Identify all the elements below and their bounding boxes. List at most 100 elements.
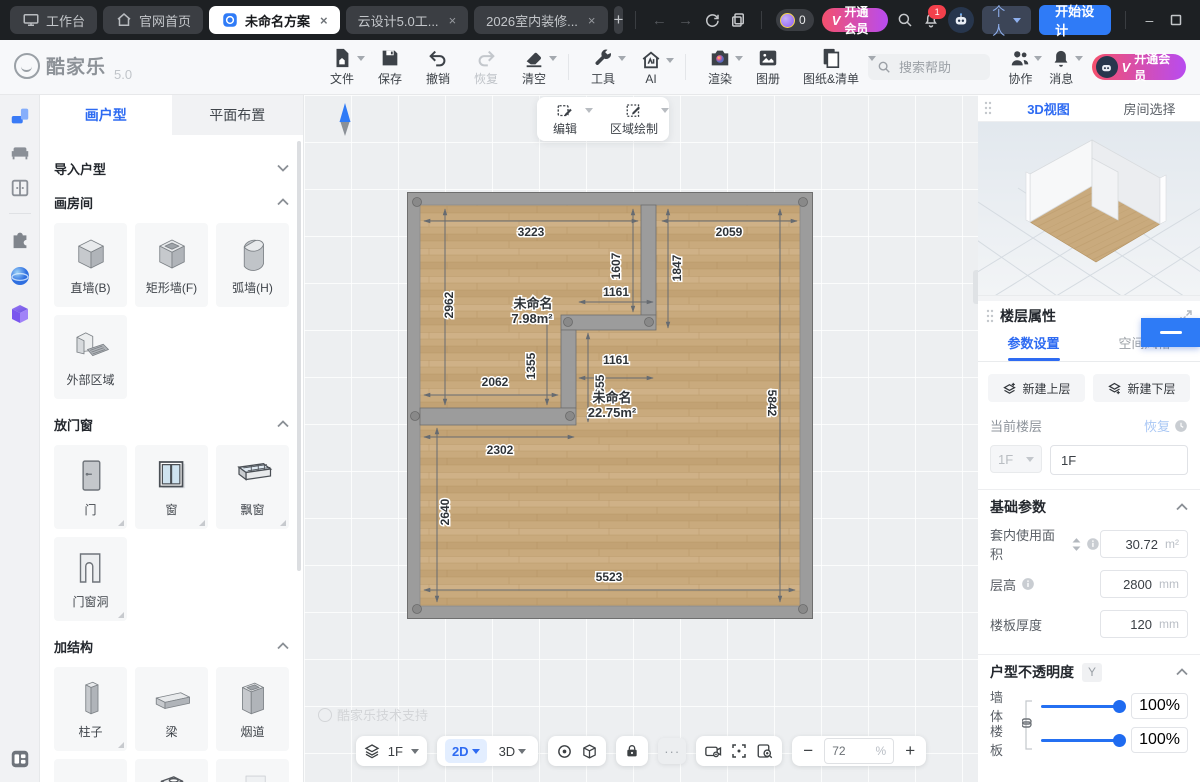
collaborate-button[interactable]: 协作 bbox=[1000, 47, 1041, 87]
focus-center-button[interactable] bbox=[730, 742, 748, 760]
basic-params-header[interactable]: 基础参数 bbox=[978, 490, 1200, 524]
search-button[interactable] bbox=[896, 11, 914, 29]
item-straight-wall[interactable]: 直墙(B) bbox=[54, 223, 127, 307]
tools-menu-button[interactable]: 工具 bbox=[581, 47, 625, 87]
window-close-button[interactable]: ✕ bbox=[1195, 12, 1200, 29]
album-button[interactable]: 图册 bbox=[746, 47, 790, 87]
item-door[interactable]: 门 bbox=[54, 445, 127, 529]
new-lower-floor-button[interactable]: 新建下层 bbox=[1093, 374, 1190, 402]
close-icon[interactable]: × bbox=[320, 13, 328, 28]
member-upgrade-pill[interactable]: V 开通会员 bbox=[1092, 54, 1186, 80]
edit-mode-button[interactable]: 编辑 bbox=[541, 102, 589, 137]
messages-button[interactable]: 消息 bbox=[1041, 47, 1082, 87]
wall-opacity-slider[interactable] bbox=[1041, 705, 1123, 708]
search-input[interactable] bbox=[897, 59, 981, 76]
tab-room-select[interactable]: 房间选择 bbox=[1099, 99, 1200, 118]
rail-plugins-tool[interactable] bbox=[9, 228, 31, 250]
area-input[interactable]: 30.72 m² bbox=[1100, 530, 1188, 558]
info-icon[interactable] bbox=[1086, 537, 1100, 551]
floor-switcher[interactable]: 1F bbox=[356, 736, 427, 766]
assistant-avatar[interactable] bbox=[948, 7, 974, 33]
refresh-button[interactable] bbox=[703, 11, 721, 29]
slab-opacity-slider[interactable] bbox=[1041, 739, 1123, 742]
render-button[interactable]: 渲染 bbox=[698, 47, 742, 87]
redo-button[interactable]: 恢复 bbox=[464, 47, 508, 87]
item-arc-wall[interactable]: 弧墙(H) bbox=[216, 223, 289, 307]
3d-preview-viewport[interactable] bbox=[978, 122, 1200, 295]
drag-handle-icon[interactable] bbox=[984, 101, 992, 115]
zoom-in-button[interactable]: + bbox=[902, 741, 918, 761]
file-menu-button[interactable]: 文件 bbox=[320, 47, 364, 87]
more-tools-button[interactable]: ··· bbox=[658, 738, 686, 764]
item-column[interactable]: 柱子 bbox=[54, 667, 127, 751]
new-tab-button[interactable]: + bbox=[614, 6, 624, 34]
back-button[interactable]: ← bbox=[650, 12, 668, 29]
floor-select[interactable]: 1F bbox=[990, 445, 1042, 473]
start-design-button[interactable]: 开始设计 bbox=[1039, 5, 1111, 35]
section-draw-rooms[interactable]: 画房间 bbox=[54, 187, 289, 217]
tab-3d-view[interactable]: 3D视图 bbox=[998, 99, 1099, 118]
upgrade-member-button[interactable]: V 开通会员 bbox=[822, 8, 888, 32]
new-upper-floor-button[interactable]: 新建上层 bbox=[988, 374, 1085, 402]
undo-button[interactable]: 撤销 bbox=[416, 47, 460, 87]
opacity-header[interactable]: 户型不透明度 Y bbox=[978, 655, 1200, 689]
window-minimize-button[interactable]: – bbox=[1139, 12, 1159, 28]
left-panel-scrollbar[interactable] bbox=[297, 141, 301, 571]
rail-sphere-tool[interactable] bbox=[8, 264, 32, 288]
slab-thickness-input[interactable]: 120 mm bbox=[1100, 610, 1188, 638]
clear-button[interactable]: 清空 bbox=[512, 47, 556, 87]
item-pipe-wrap[interactable]: 包管 bbox=[135, 759, 208, 782]
drag-handle-icon[interactable] bbox=[986, 309, 994, 323]
item-window[interactable]: 窗 bbox=[135, 445, 208, 529]
collapse-popover[interactable] bbox=[1141, 318, 1200, 347]
mode-3d-button[interactable]: 3D bbox=[495, 744, 531, 759]
rail-layout-panel-button[interactable] bbox=[9, 748, 31, 770]
tab-floor-layout[interactable]: 平面布置 bbox=[172, 95, 304, 135]
orbit-view-button[interactable] bbox=[556, 743, 573, 760]
sort-arrows-icon[interactable] bbox=[1072, 538, 1081, 551]
save-button[interactable]: 保存 bbox=[368, 47, 412, 87]
item-outdoor-area[interactable]: 外部区域 bbox=[54, 315, 127, 399]
close-icon[interactable]: × bbox=[588, 13, 596, 28]
item-cast-platform[interactable]: 现浇台 bbox=[216, 759, 289, 782]
window-maximize-button[interactable] bbox=[1167, 11, 1187, 29]
tab-cloud-design[interactable]: 云设计5.0工... × bbox=[346, 6, 469, 34]
tab-workbench[interactable]: 工作台 bbox=[10, 6, 97, 34]
section-import-floorplan[interactable]: 导入户型 bbox=[54, 153, 289, 183]
item-opening[interactable]: 门窗洞 bbox=[54, 537, 127, 621]
zoom-to-page-button[interactable] bbox=[756, 742, 774, 760]
rail-purple-tool[interactable] bbox=[8, 302, 32, 326]
zoom-out-button[interactable]: − bbox=[800, 741, 816, 761]
link-sliders-bracket[interactable] bbox=[1022, 699, 1034, 751]
tab-parameter-settings[interactable]: 参数设置 bbox=[978, 331, 1089, 361]
notifications-button[interactable]: 1 bbox=[922, 11, 940, 29]
slider-knob[interactable] bbox=[1113, 734, 1126, 747]
sheets-lists-button[interactable]: 图纸&清单 bbox=[794, 47, 868, 87]
close-icon[interactable]: × bbox=[449, 13, 457, 28]
wall-opacity-input[interactable]: 100 % bbox=[1131, 693, 1188, 719]
slab-opacity-input[interactable]: 100 % bbox=[1131, 727, 1188, 753]
zoom-level-input[interactable]: 72 % bbox=[824, 738, 894, 764]
render-settings-button[interactable] bbox=[704, 742, 722, 760]
design-canvas[interactable]: 编辑 区域绘制 bbox=[304, 95, 978, 782]
floorplan-drawing[interactable]: 3223 2059 1607 1847 1161 2962 1355 2062 … bbox=[407, 192, 813, 619]
restore-link[interactable]: 恢复 bbox=[1144, 416, 1188, 435]
mode-2d-button[interactable]: 2D bbox=[445, 739, 487, 763]
tab-draw-floorplan[interactable]: 画户型 bbox=[40, 95, 172, 135]
item-hole[interactable]: 洞口 bbox=[54, 759, 127, 782]
slider-knob[interactable] bbox=[1113, 700, 1126, 713]
rail-cabinet-tool[interactable] bbox=[9, 177, 31, 199]
section-doors-windows[interactable]: 放门窗 bbox=[54, 409, 289, 439]
tab-untitled-plan[interactable]: 未命名方案 × bbox=[209, 6, 340, 34]
tab-homepage[interactable]: 官网首页 bbox=[103, 6, 203, 34]
forward-button[interactable]: → bbox=[676, 12, 694, 29]
cube-view-button[interactable] bbox=[581, 743, 598, 760]
coin-balance[interactable]: 0 bbox=[776, 9, 814, 31]
info-icon[interactable] bbox=[1021, 577, 1035, 591]
lock-button[interactable] bbox=[624, 743, 640, 759]
rail-furniture-tool[interactable] bbox=[9, 141, 31, 163]
floor-name-input[interactable]: 1F bbox=[1050, 445, 1188, 475]
item-beam[interactable]: 梁 bbox=[135, 667, 208, 751]
tab-2026-decoration[interactable]: 2026室内装修... × bbox=[474, 6, 607, 34]
help-search[interactable] bbox=[868, 54, 990, 80]
